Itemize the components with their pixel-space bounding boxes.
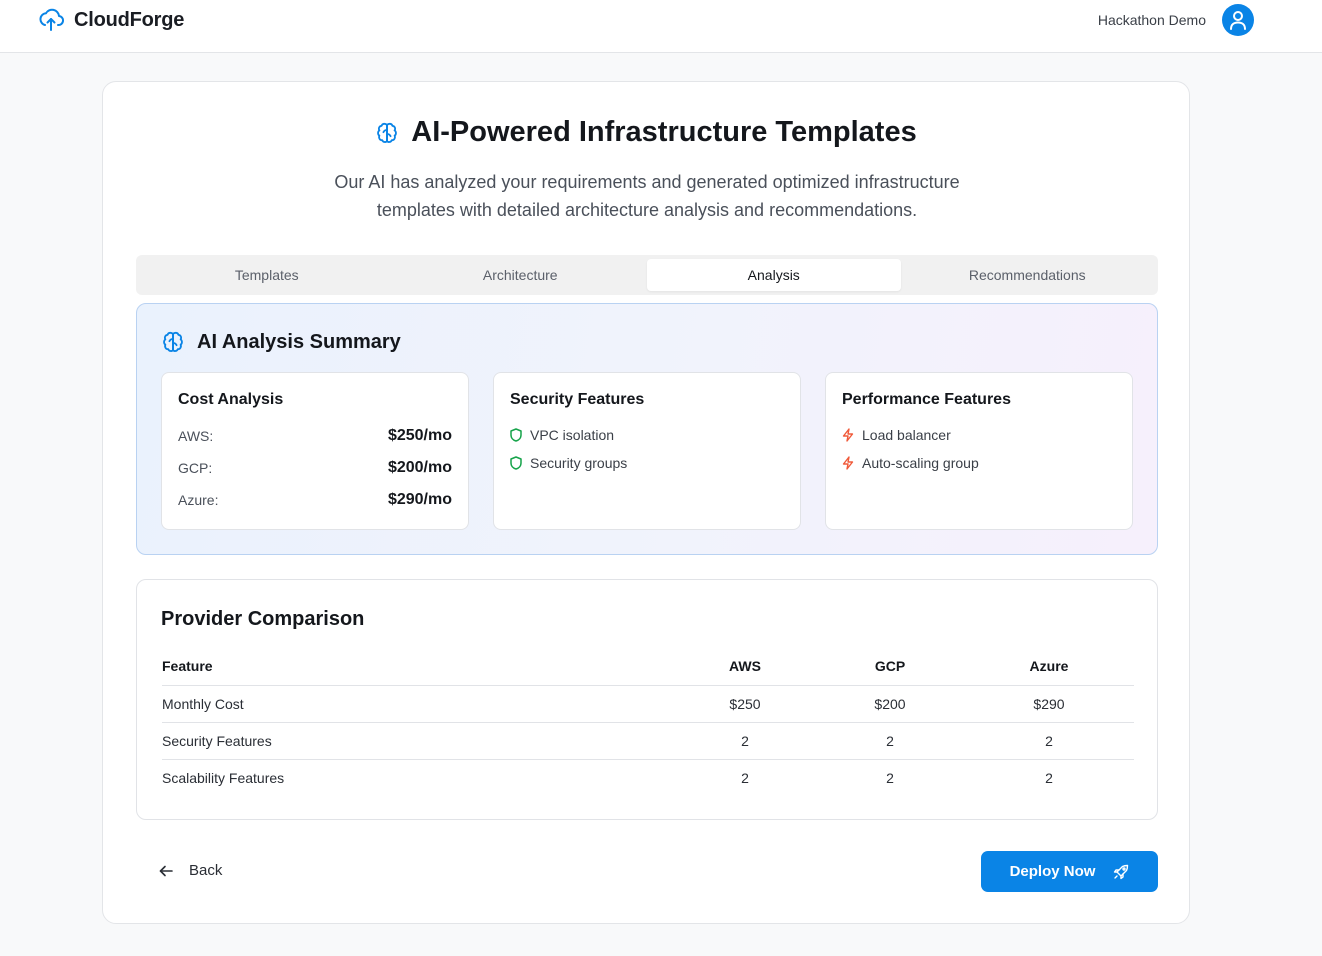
shield-icon [510,456,522,470]
summary-title: AI Analysis Summary [197,330,401,353]
cost-value: $200/mo [387,459,452,476]
column-header-aws: AWS [674,648,816,686]
performance-feature-label: Load balancer [862,427,951,443]
security-feature-item: VPC isolation [510,427,614,443]
tab-recommendations[interactable]: Recommendations [901,259,1155,291]
table-cell: $200 [816,685,964,723]
back-button[interactable]: Back [159,862,222,879]
table-cell: 2 [886,769,894,786]
brand-name: CloudForge [74,8,185,31]
table-row: Monthly Cost $250 $200 $290 [162,685,1134,723]
table-cell: 2 [741,769,749,786]
security-features-card: Security Features VPC isolation Security… [493,372,801,530]
performance-feature-item: Auto-scaling group [842,455,979,471]
summary-header: AI Analysis Summary [161,330,401,354]
tab-analysis[interactable]: Analysis [647,259,901,291]
column-header-feature: Feature [162,648,674,686]
cost-label: GCP: [178,460,213,476]
table-cell: Scalability Features [162,769,285,786]
zap-icon [842,456,854,470]
tab-templates[interactable]: Templates [140,259,394,291]
cost-value: $290/mo [387,491,452,508]
tab-bar: Templates Architecture Analysis Recommen… [136,255,1158,295]
cost-label: Azure: [178,492,219,508]
top-bar: CloudForge Hackathon Demo [0,0,1322,53]
page-subtitle: Our AI has analyzed your requirements an… [334,172,960,220]
column-header-gcp: GCP [816,648,964,686]
cost-row-aws: AWS: $250/mo [178,427,452,445]
comparison-table: Feature AWS GCP Azure Monthly Cost $250 … [162,648,1134,796]
table-cell: $290 [964,685,1134,723]
performance-features-title: Performance Features [842,391,1011,408]
table-cell: 2 [816,722,964,760]
performance-features-card: Performance Features Load balancer Auto-… [825,372,1133,530]
table-cell: Monthly Cost [162,685,674,723]
brand[interactable]: CloudForge [38,8,184,32]
security-feature-item: Security groups [510,455,627,471]
table-row: Scalability Features 2 2 2 [162,759,1134,796]
cost-label: AWS: [178,428,214,444]
rocket-icon [1114,864,1129,879]
comparison-title: Provider Comparison [161,608,365,630]
templates-card: AI-Powered Infrastructure Templates Our … [102,81,1190,924]
cost-analysis-title: Cost Analysis [178,391,284,408]
security-feature-label: Security groups [530,455,628,471]
column-header-azure: Azure [964,648,1134,686]
security-features-title: Security Features [510,391,645,408]
deploy-label: Deploy Now [1009,863,1096,880]
user-menu[interactable]: Hackathon Demo [1098,4,1254,36]
table-cell: 2 [964,722,1134,760]
cost-row-gcp: GCP: $200/mo [178,459,452,477]
user-icon [1230,11,1246,30]
brain-icon [377,122,398,143]
cost-analysis-card: Cost Analysis AWS: $250/mo GCP: $200/mo … [161,372,469,530]
table-cell: 2 [674,722,816,760]
back-label: Back [189,862,223,879]
shield-icon [510,428,522,442]
tab-architecture[interactable]: Architecture [394,259,648,291]
table-cell: 2 [1045,769,1053,786]
brain-icon [163,331,183,352]
page-header: AI-Powered Infrastructure Templates [103,116,1189,149]
cost-value: $250/mo [387,427,452,444]
zap-icon [842,428,854,442]
deploy-now-button[interactable]: Deploy Now [981,851,1158,892]
provider-comparison: Provider Comparison Feature AWS GCP Azur… [136,579,1158,820]
cost-row-azure: Azure: $290/mo [178,491,452,509]
avatar[interactable] [1222,4,1254,36]
arrow-left-icon [159,865,173,876]
page-title: AI-Powered Infrastructure Templates [411,116,917,148]
cloud-upload-icon [39,8,64,31]
table-header-row: Feature AWS GCP Azure [162,648,1134,686]
performance-feature-item: Load balancer [842,427,951,443]
user-name: Hackathon Demo [1097,12,1206,28]
performance-feature-label: Auto-scaling group [862,455,979,471]
security-feature-label: VPC isolation [530,427,615,443]
table-cell: $250 [674,685,816,723]
ai-analysis-summary: AI Analysis Summary Cost Analysis AWS: $… [136,303,1158,555]
table-row: Security Features 2 2 2 [162,722,1134,760]
table-cell: Security Features [162,722,674,760]
